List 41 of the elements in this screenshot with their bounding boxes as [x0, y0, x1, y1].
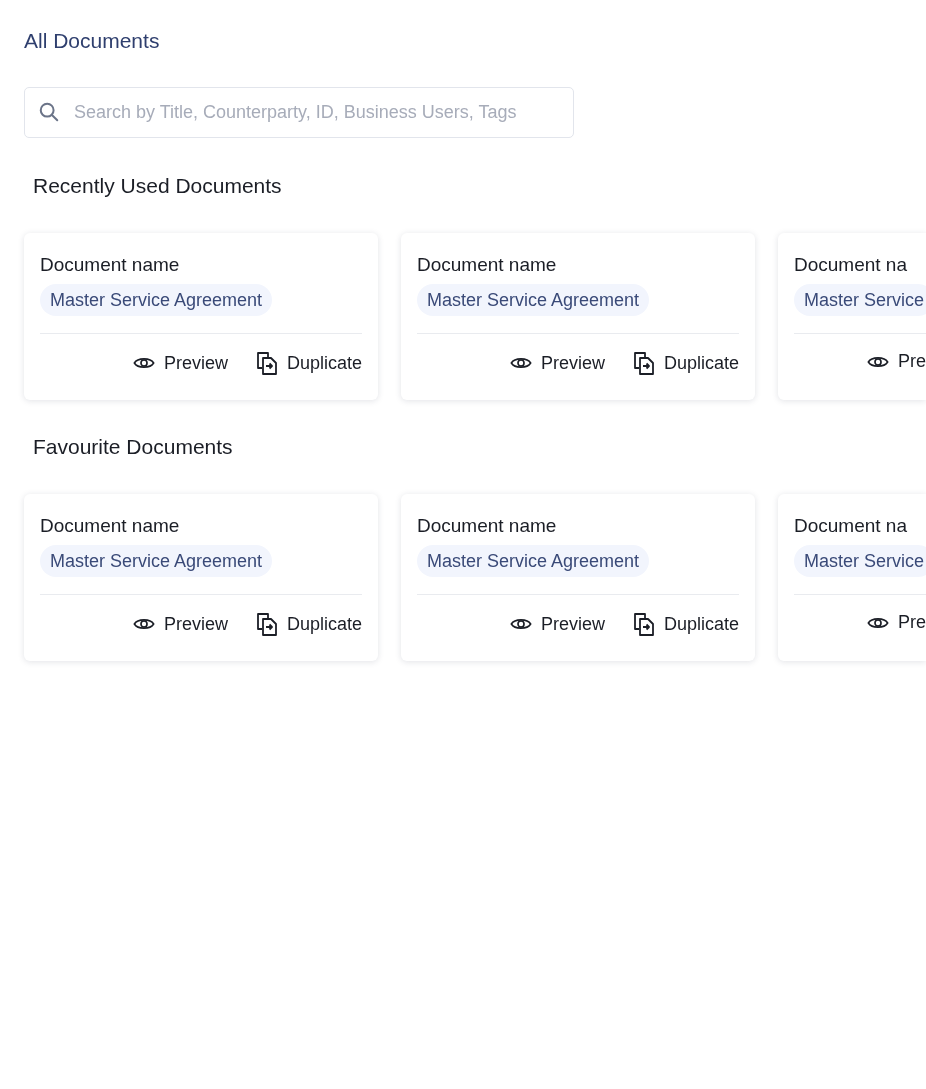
document-type-tag: Master Service Agreement [40, 545, 273, 577]
preview-button[interactable]: Pre [867, 612, 926, 633]
duplicate-icon [632, 612, 655, 636]
document-name: Document name [417, 253, 558, 277]
duplicate-icon [255, 351, 278, 375]
section-title: Favourite Documents [32, 434, 234, 460]
document-name: Document na [794, 253, 908, 277]
eye-icon [509, 355, 532, 371]
document-type-tag: Master Service Agreement [417, 545, 650, 577]
document-card[interactable]: Document name Master Service Agreement Preview Duplicate [401, 494, 755, 661]
document-name: Document name [417, 514, 558, 538]
document-type-tag: Master Service Agreement [40, 284, 273, 316]
document-card[interactable]: Document name Master Service Agreement Preview Duplicate [24, 494, 378, 661]
preview-button[interactable]: Preview [132, 351, 228, 375]
duplicate-icon [632, 351, 655, 375]
document-card[interactable]: Document name Master Service Agreement Preview Duplicate [24, 233, 378, 400]
preview-button[interactable]: Preview [509, 351, 605, 375]
preview-button[interactable]: Preview [132, 612, 228, 636]
duplicate-button[interactable]: Duplicate [632, 351, 739, 375]
eye-icon [509, 616, 532, 632]
duplicate-icon [255, 612, 278, 636]
document-name: Document name [40, 253, 181, 277]
document-card[interactable]: Document na Master Service Pre [778, 494, 926, 661]
document-card[interactable]: Document na Master Service Pre [778, 233, 926, 400]
preview-button[interactable]: Pre [867, 351, 926, 372]
search-field[interactable]: Search by Title, Counterparty, ID, Business Users, Tags [24, 87, 574, 138]
duplicate-button[interactable]: Duplicate [255, 612, 362, 636]
duplicate-button[interactable]: Duplicate [255, 351, 362, 375]
page-title: All Documents [24, 28, 161, 54]
duplicate-button[interactable]: Duplicate [632, 612, 739, 636]
section-title: Recently Used Documents [32, 173, 283, 199]
document-type-tag: Master Service [794, 545, 926, 577]
eye-icon [132, 616, 155, 632]
document-name: Document na [794, 514, 908, 538]
preview-button[interactable]: Preview [509, 612, 605, 636]
eye-icon [132, 355, 155, 371]
document-type-tag: Master Service Agreement [417, 284, 650, 316]
search-icon [38, 101, 60, 123]
document-type-tag: Master Service [794, 284, 926, 316]
document-name: Document name [40, 514, 181, 538]
document-card[interactable]: Document name Master Service Agreement Preview Duplicate [401, 233, 755, 400]
